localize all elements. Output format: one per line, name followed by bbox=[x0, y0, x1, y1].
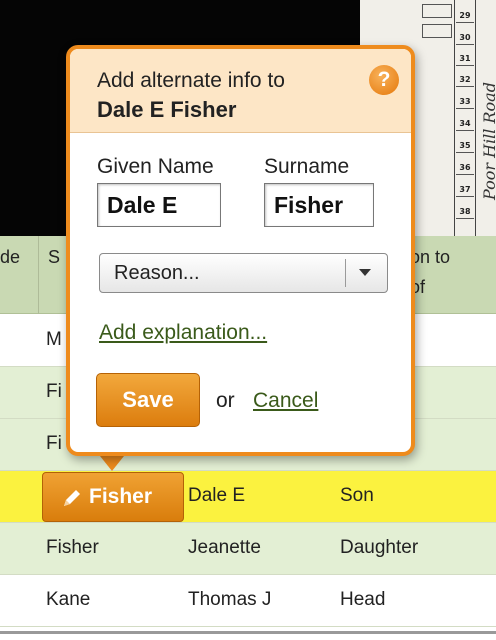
or-text: or bbox=[216, 389, 235, 412]
cell-surname: M bbox=[46, 329, 62, 350]
column-header[interactable]: de bbox=[0, 244, 20, 270]
cell-relation: Son bbox=[340, 485, 374, 506]
cell-surname: Fi bbox=[46, 433, 62, 454]
chevron-down-icon bbox=[359, 269, 371, 276]
given-name-input[interactable] bbox=[97, 183, 221, 227]
doc-line-number: 38 bbox=[456, 204, 474, 219]
cell-given: Thomas J bbox=[188, 589, 272, 610]
surname-input[interactable] bbox=[264, 183, 374, 227]
cell-given: Dale E bbox=[188, 485, 246, 506]
help-icon[interactable]: ? bbox=[369, 65, 399, 95]
table-row[interactable]: Kane Thomas J Head bbox=[0, 575, 496, 627]
doc-handwriting: Poor Hill Road bbox=[480, 82, 496, 200]
doc-line-number: 34 bbox=[456, 116, 474, 131]
doc-line-number: 35 bbox=[456, 138, 474, 153]
popover-title: Add alternate info to bbox=[97, 69, 285, 92]
doc-cell bbox=[422, 24, 452, 38]
doc-cell bbox=[422, 4, 452, 18]
cell-surname: Kane bbox=[46, 589, 91, 610]
edit-surname-label: Fisher bbox=[89, 485, 153, 508]
cell-given: Jeanette bbox=[188, 537, 261, 558]
save-button[interactable]: Save bbox=[96, 373, 200, 427]
alternate-info-popover: Add alternate info to Dale E Fisher ? Gi… bbox=[66, 45, 415, 456]
cell-relation: Daughter bbox=[340, 537, 419, 558]
pencil-icon bbox=[64, 490, 80, 506]
doc-line-number: 31 bbox=[456, 51, 474, 66]
column-header[interactable]: on to bbox=[410, 244, 450, 270]
surname-label: Surname bbox=[264, 155, 350, 178]
cell-surname: Fisher bbox=[46, 537, 99, 558]
given-name-label: Given Name bbox=[97, 155, 214, 178]
column-divider bbox=[38, 236, 39, 314]
cancel-link[interactable]: Cancel bbox=[253, 389, 318, 413]
reason-select-value: Reason... bbox=[114, 262, 200, 284]
doc-line-number: 37 bbox=[456, 182, 474, 197]
table-bottom-border bbox=[0, 631, 496, 640]
popover-person-name: Dale E Fisher bbox=[97, 97, 237, 122]
table-row[interactable]: Fisher Jeanette Daughter bbox=[0, 523, 496, 575]
doc-line-number: 30 bbox=[456, 30, 474, 45]
edit-surname-button[interactable]: Fisher bbox=[42, 472, 184, 522]
popover-header: Add alternate info to Dale E Fisher ? bbox=[70, 49, 411, 133]
reason-select[interactable]: Reason... bbox=[99, 253, 388, 293]
doc-line-number: 36 bbox=[456, 160, 474, 175]
doc-line-number: 29 bbox=[456, 8, 474, 23]
doc-line-number: 33 bbox=[456, 94, 474, 109]
doc-line-number: 32 bbox=[456, 72, 474, 87]
add-explanation-link[interactable]: Add explanation... bbox=[99, 321, 267, 345]
column-header[interactable]: S bbox=[48, 244, 60, 270]
select-divider bbox=[345, 259, 346, 287]
cell-surname: Fi bbox=[46, 381, 62, 402]
cell-relation: Head bbox=[340, 589, 386, 610]
